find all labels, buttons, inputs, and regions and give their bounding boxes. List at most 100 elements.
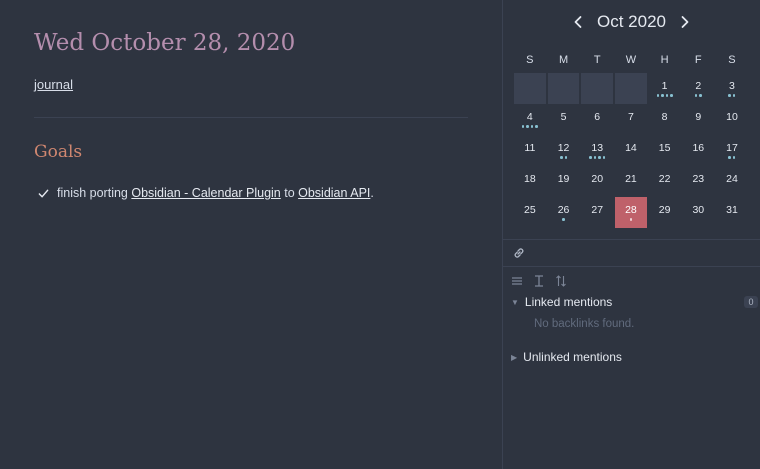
note-dot (661, 94, 664, 97)
calendar-day[interactable]: 14 (614, 135, 648, 166)
day-number: 15 (658, 142, 671, 154)
calendar-day[interactable]: 9 (681, 104, 715, 135)
calendar-day[interactable]: 18 (513, 166, 547, 197)
calendar-day[interactable]: 19 (547, 166, 581, 197)
calendar-day[interactable]: 27 (580, 197, 614, 228)
day-number: 10 (726, 111, 738, 123)
calendar-day[interactable]: 31 (715, 197, 749, 228)
calendar-day[interactable]: 3 (715, 73, 749, 104)
calendar-day[interactable]: 23 (681, 166, 715, 197)
note-dot (593, 156, 597, 159)
calendar-week-row: 1 2 3 (513, 73, 749, 104)
calendar-plugin-link[interactable]: Obsidian - Calendar Plugin (131, 186, 280, 200)
day-number: 26 (557, 204, 570, 216)
day-number: 30 (692, 204, 705, 216)
calendar-month-label: Oct 2020 (597, 12, 666, 31)
note-dots (560, 156, 568, 159)
calendar-day[interactable]: 30 (681, 197, 715, 228)
note-dots (629, 218, 633, 221)
no-backlinks-text: No backlinks found. (534, 318, 635, 330)
weekday-header-row: SMTWHFS (513, 47, 749, 73)
calendar-day[interactable]: 11 (513, 135, 547, 166)
note-dots (562, 218, 565, 221)
calendar-day[interactable]: 6 (580, 104, 614, 135)
right-sidebar: Oct 2020 SMTWHFS 1 2 3 4 5 6 7 8 9 10 11 12 13 14 15 16… (503, 0, 760, 469)
calendar-day[interactable]: 13 (580, 135, 614, 166)
divider (503, 239, 760, 240)
calendar-day[interactable]: 25 (513, 197, 547, 228)
calendar-day-adjacent[interactable] (547, 73, 580, 104)
checkmark-icon[interactable] (38, 188, 49, 199)
weekday-label: S (526, 54, 534, 66)
goals-heading: Goals (34, 142, 83, 162)
calendar-day[interactable]: 20 (580, 166, 614, 197)
note-dots (694, 94, 702, 97)
calendar-day[interactable]: 16 (681, 135, 715, 166)
weekday-label: M (558, 54, 569, 66)
day-number: 16 (692, 142, 705, 154)
calendar-day[interactable]: 26 (547, 197, 581, 228)
calendar-day[interactable]: 4 (513, 104, 547, 135)
chevron-left-icon[interactable] (567, 11, 589, 33)
calendar-day[interactable]: 17 (715, 135, 749, 166)
day-number: 7 (627, 111, 634, 123)
task-item: finish porting Obsidian - Calendar Plugi… (38, 186, 374, 200)
note-dot (732, 94, 736, 97)
calendar-day-today[interactable]: 28 (615, 197, 647, 228)
journal-link[interactable]: journal (34, 77, 73, 92)
calendar-day[interactable]: 21 (614, 166, 648, 197)
calendar-day[interactable]: 29 (648, 197, 682, 228)
day-number: 6 (594, 111, 601, 123)
calendar-day[interactable]: 22 (648, 166, 682, 197)
calendar-day[interactable]: 24 (715, 166, 749, 197)
calendar-header: Oct 2020 (503, 10, 760, 34)
day-number: 22 (658, 173, 671, 185)
note-dot (732, 156, 736, 159)
day-number: 13 (591, 142, 604, 154)
note-dot (694, 94, 698, 97)
calendar-day[interactable]: 2 (681, 73, 715, 104)
day-number: 8 (661, 111, 668, 123)
obsidian-api-link[interactable]: Obsidian API (298, 186, 370, 200)
calendar-grid: SMTWHFS 1 2 3 4 5 6 7 8 9 10 11 12 13 14 15 16 17 18 19 20 2… (513, 47, 749, 228)
day-number: 29 (658, 204, 671, 216)
calendar-day[interactable]: 1 (648, 73, 682, 104)
list-icon[interactable] (511, 274, 523, 288)
unlinked-mentions-toggle[interactable]: ▶ Unlinked mentions (511, 350, 622, 364)
calendar-day[interactable]: 7 (614, 104, 648, 135)
calendar-week-row: 4 5 6 7 8 9 10 (513, 104, 749, 135)
sort-icon[interactable] (555, 274, 567, 288)
caret-right-icon: ▶ (511, 352, 518, 362)
calendar-day[interactable]: 12 (547, 135, 581, 166)
day-number: 17 (726, 142, 738, 154)
linked-mentions-toggle[interactable]: ▼ Linked mentions (511, 295, 612, 309)
day-number: 2 (695, 80, 702, 92)
linked-mentions-label: Linked mentions (524, 295, 613, 309)
weekday-label: W (625, 54, 637, 66)
calendar-day-adjacent[interactable] (615, 73, 647, 104)
calendar-day[interactable]: 5 (547, 104, 581, 135)
link-icon[interactable] (512, 246, 526, 260)
weekday-label: F (694, 54, 702, 66)
note-dot (602, 156, 606, 159)
task-text-suffix: . (370, 186, 374, 200)
calendar-day[interactable]: 15 (648, 135, 682, 166)
day-number: 9 (695, 111, 702, 123)
note-dots (521, 125, 538, 128)
calendar-day-adjacent[interactable] (514, 73, 546, 104)
calendar-day-adjacent[interactable] (581, 73, 614, 104)
note-dots (728, 94, 736, 97)
day-number: 28 (625, 204, 637, 216)
note-dot (665, 94, 669, 97)
calendar-week-row: 25 26 27 28 29 30 31 (513, 197, 749, 228)
note-dot (589, 156, 592, 159)
chevron-right-icon[interactable] (674, 11, 696, 33)
note-dot (560, 156, 563, 159)
task-text-prefix: finish porting (57, 186, 132, 200)
weekday-label: S (728, 54, 736, 66)
day-number: 27 (591, 204, 604, 216)
calendar-day[interactable]: 8 (648, 104, 682, 135)
text-cursor-icon[interactable] (533, 274, 545, 288)
note-dots (656, 94, 673, 97)
calendar-day[interactable]: 10 (715, 104, 749, 135)
